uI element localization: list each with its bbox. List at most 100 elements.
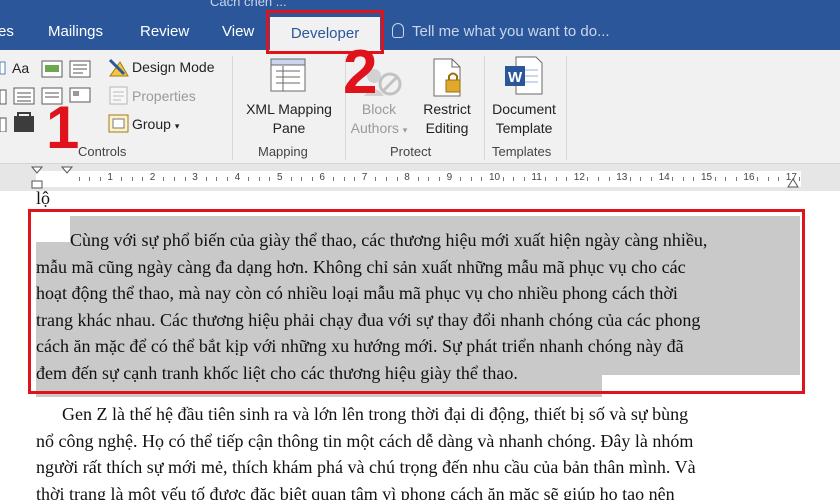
- document-template-button[interactable]: Document Template: [484, 100, 564, 138]
- ruler-tick: [174, 177, 175, 181]
- ruler-tick: [258, 177, 260, 181]
- document-template-line1: Document: [492, 101, 556, 117]
- tab-mailings[interactable]: Mailings: [48, 14, 103, 50]
- next-paragraph[interactable]: Gen Z là thế hệ đầu tiên sinh ra và lớn …: [36, 401, 800, 500]
- tab-view[interactable]: View: [222, 14, 254, 50]
- group-button[interactable]: Group ▾: [132, 116, 179, 132]
- design-mode-button[interactable]: Design Mode: [132, 59, 215, 75]
- window-title: Cách chèn ...: [210, 0, 287, 9]
- ruler-tick: [470, 177, 472, 181]
- ruler-tick: [545, 177, 546, 181]
- tell-me-text: Tell me what you want to do...: [412, 23, 610, 40]
- ruler-number: 2: [149, 172, 156, 183]
- ruler-number: 16: [743, 172, 755, 183]
- ruler-number: 1: [107, 172, 113, 183]
- ruler-number: 3: [192, 172, 198, 183]
- ruler-tick: [248, 177, 250, 181]
- xml-mapping-line1: XML Mapping: [246, 101, 332, 117]
- ruler-tick: [205, 177, 207, 181]
- document-template-line2: Template: [495, 120, 553, 136]
- ruler-tick: [89, 177, 91, 181]
- ruler-tick: [428, 177, 430, 181]
- first-line-indent-marker-icon[interactable]: [60, 165, 74, 177]
- ruler-tick: [99, 177, 101, 181]
- ruler-tick: [640, 177, 642, 181]
- restrict-editing-line2: Editing: [425, 120, 469, 136]
- step-number-2: 2: [343, 38, 378, 107]
- ruler-number: 12: [573, 172, 585, 183]
- ruler-tick: [417, 177, 419, 181]
- ruler-tick: [523, 177, 525, 181]
- ruler-tick: [290, 177, 292, 181]
- ruler-tick: [608, 177, 610, 181]
- properties-icon: [109, 86, 128, 105]
- templates-group-label: Templates: [492, 144, 552, 159]
- lightbulb-icon: [392, 23, 404, 38]
- ruler-tick: [396, 177, 398, 181]
- title-bar: Cách chèn ...: [0, 0, 840, 14]
- ruler-number: 17: [785, 172, 797, 183]
- ruler-tick: [767, 177, 769, 181]
- ruler-tick: [163, 177, 165, 181]
- group-button-label: Group: [132, 116, 171, 132]
- ruler-tick: [354, 177, 356, 181]
- group-separator: [566, 56, 567, 160]
- ruler-tick: [460, 177, 462, 181]
- xml-mapping-icon: [270, 58, 306, 92]
- ruler-tick: [78, 177, 80, 181]
- ruler-tick: [714, 177, 716, 181]
- ruler-tick: [778, 177, 780, 181]
- previous-line: lộ: [36, 188, 51, 208]
- properties-button[interactable]: Properties: [132, 88, 196, 104]
- ruler-tick: [555, 177, 557, 181]
- xml-mapping-line2: Pane: [272, 120, 306, 136]
- ruler-tick: [651, 177, 652, 181]
- body-line: nổ công nghệ. Họ có thể tiếp cận thông t…: [36, 430, 694, 451]
- mapping-group-label: Mapping: [258, 144, 308, 159]
- selected-text-highlight: [28, 209, 805, 394]
- ruler-number: 6: [319, 172, 325, 183]
- body-line: Gen Z là thế hệ đầu tiên sinh ra và lớn …: [62, 404, 689, 424]
- ruler-tick: [693, 177, 695, 181]
- ruler-tick: [725, 177, 727, 181]
- controls-group-label: Controls: [78, 144, 127, 159]
- group-separator: [232, 56, 233, 160]
- ruler-tick: [216, 177, 218, 181]
- ruler-tick: [386, 177, 387, 181]
- ruler-tick: [566, 177, 568, 181]
- ruler-tick: [121, 177, 122, 181]
- group-icon: [108, 114, 129, 133]
- ruler-number: 15: [701, 172, 713, 183]
- ruler-tick: [142, 177, 144, 181]
- ruler-number: 14: [658, 172, 670, 183]
- restrict-editing-icon: [433, 58, 461, 97]
- tell-me-search[interactable]: Tell me what you want to do...: [392, 14, 610, 50]
- ruler-tick: [375, 177, 377, 181]
- ruler-tick: [735, 177, 737, 181]
- ruler-number: 10: [489, 172, 501, 183]
- ruler-tick: [598, 177, 599, 181]
- ruler-tick: [333, 177, 334, 181]
- ruler-tick: [799, 177, 801, 181]
- ruler-tick: [301, 177, 303, 181]
- block-authors-line2: Authors ▾: [350, 120, 408, 136]
- step-number-1: 1: [46, 94, 80, 161]
- ruler-tick: [311, 177, 313, 181]
- body-line: người rất thích sự mới mẻ, thích khám ph…: [36, 457, 696, 477]
- ribbon-tab-row: es Mailings Review View Developer Tell m…: [0, 14, 840, 50]
- ruler-number: 4: [234, 172, 241, 183]
- ruler-number: 9: [446, 172, 453, 183]
- ruler-number: 5: [277, 172, 283, 183]
- restrict-editing-button[interactable]: Restrict Editing: [414, 100, 480, 138]
- aa-label: Aa: [12, 60, 30, 76]
- ruler-tick: [502, 177, 504, 181]
- ruler-tick: [131, 177, 133, 181]
- ruler-tick: [513, 177, 515, 181]
- ruler-number: 11: [531, 172, 542, 183]
- ruler-tick: [682, 177, 684, 181]
- design-mode-icon: [108, 58, 129, 77]
- tab-references[interactable]: es: [0, 14, 14, 50]
- ruler-tick: [672, 177, 674, 181]
- tab-review[interactable]: Review: [140, 14, 189, 50]
- xml-mapping-pane-button[interactable]: XML Mapping Pane: [240, 100, 338, 138]
